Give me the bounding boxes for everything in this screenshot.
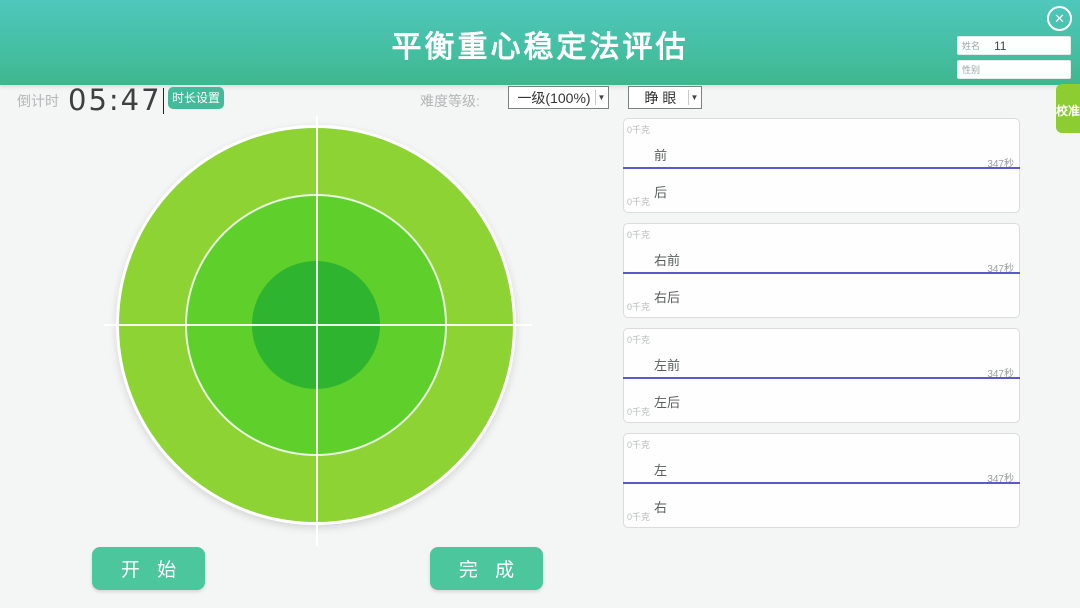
countdown-timer[interactable]: 05:47	[68, 83, 164, 117]
finish-button[interactable]: 完 成	[430, 547, 543, 590]
page-title: 平衡重心稳定法评估	[0, 22, 1080, 66]
weight-value: 0千克	[627, 333, 650, 346]
difficulty-selected-value: 一级(100%)	[509, 88, 595, 108]
close-icon[interactable]: ✕	[1047, 6, 1072, 31]
patient-name-field[interactable]: 姓名 11	[957, 36, 1071, 55]
chevron-down-icon: ▼	[595, 90, 607, 105]
weight-value: 0千克	[627, 195, 650, 208]
countdown-label: 倒计时	[17, 91, 59, 111]
difficulty-select[interactable]: 一级(100%) ▼	[508, 86, 609, 109]
direction-label: 后	[654, 182, 667, 201]
difficulty-label: 难度等级:	[420, 91, 480, 111]
chevron-down-icon: ▼	[688, 90, 700, 105]
patient-gender-field[interactable]: 性别	[957, 60, 1071, 79]
patient-name-label: 姓名	[962, 39, 980, 52]
direction-label: 左前	[654, 355, 680, 374]
weight-value: 0千克	[627, 300, 650, 313]
crosshair-vertical-line	[316, 116, 318, 546]
direction-panels: 0千克 前 347秒 后 0千克 0千克 右前 347秒 右后 0千克 0千克 …	[623, 118, 1020, 528]
panel-rightfront-rightback: 0千克 右前 347秒 右后 0千克	[623, 223, 1020, 318]
duration-settings-button[interactable]: 时长设置	[168, 87, 224, 109]
direction-label: 左后	[654, 392, 680, 411]
axis-line	[623, 167, 1020, 169]
weight-value: 0千克	[627, 510, 650, 523]
weight-value: 0千克	[627, 438, 650, 451]
panel-front-back: 0千克 前 347秒 后 0千克	[623, 118, 1020, 213]
axis-line	[623, 272, 1020, 274]
direction-label: 前	[654, 145, 667, 164]
weight-value: 0千克	[627, 228, 650, 241]
eye-mode-selected-value: 睁 眼	[629, 88, 688, 108]
calibrate-button[interactable]: 校准	[1056, 84, 1080, 133]
direction-label: 右	[654, 497, 667, 516]
direction-label: 右前	[654, 250, 680, 269]
start-button[interactable]: 开 始	[92, 547, 205, 590]
eye-mode-select[interactable]: 睁 眼 ▼	[628, 86, 702, 109]
axis-line	[623, 377, 1020, 379]
panel-left-right: 0千克 左 347秒 右 0千克	[623, 433, 1020, 528]
panel-leftfront-leftback: 0千克 左前 347秒 左后 0千克	[623, 328, 1020, 423]
text-cursor	[163, 88, 164, 114]
direction-label: 右后	[654, 287, 680, 306]
direction-label: 左	[654, 460, 667, 479]
axis-line	[623, 482, 1020, 484]
header-bar: 平衡重心稳定法评估 ✕ 姓名 11 性别	[0, 0, 1080, 85]
countdown-value: 05:47	[68, 83, 162, 117]
patient-gender-label: 性别	[962, 63, 980, 76]
app-window: 平衡重心稳定法评估 ✕ 姓名 11 性别 倒计时 05:47 时长设置 难度等级…	[0, 0, 1080, 608]
patient-name-value: 11	[994, 39, 1006, 53]
weight-value: 0千克	[627, 405, 650, 418]
crosshair-horizontal-line	[104, 324, 532, 326]
weight-value: 0千克	[627, 123, 650, 136]
